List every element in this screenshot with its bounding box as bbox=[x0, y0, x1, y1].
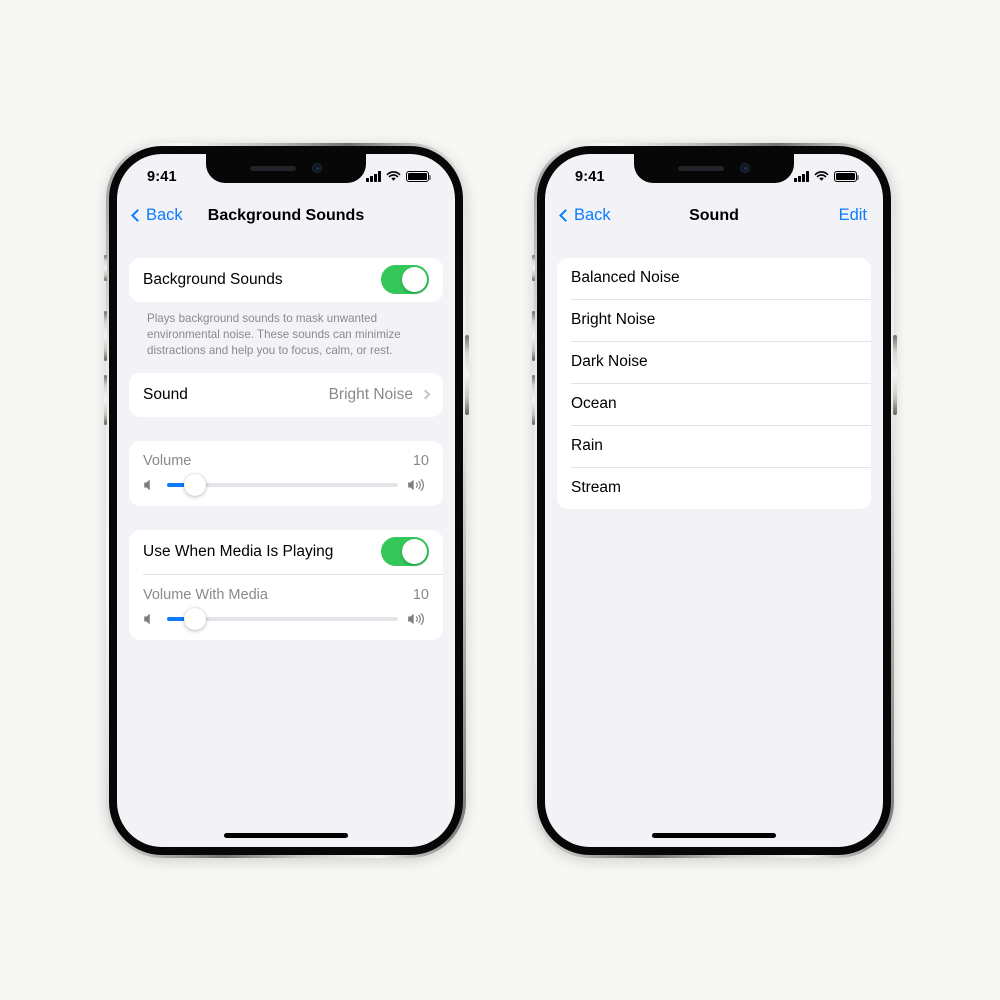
sound-row[interactable]: Sound Bright Noise bbox=[129, 373, 443, 417]
volume-up-button[interactable] bbox=[531, 310, 535, 361]
navigation-bar: Back Sound Edit bbox=[545, 194, 883, 238]
media-card: Use When Media Is Playing Volume With Me… bbox=[129, 529, 443, 640]
notch bbox=[206, 153, 366, 183]
volume-value: 10 bbox=[412, 452, 429, 469]
list-item[interactable]: Ocean bbox=[557, 384, 871, 425]
volume-up-button[interactable] bbox=[103, 310, 107, 361]
speaker-high-icon bbox=[408, 478, 424, 491]
list-item[interactable]: Balanced Noise bbox=[557, 258, 871, 299]
volume-slider-track[interactable] bbox=[167, 473, 398, 496]
chevron-left-icon bbox=[559, 209, 572, 222]
phones-stage: 9:41 Back Background Sounds Background S… bbox=[0, 0, 1000, 1000]
volume-label: Volume bbox=[143, 452, 192, 469]
background-sounds-card: Background Sounds bbox=[129, 257, 443, 302]
use-when-media-playing-toggle[interactable] bbox=[381, 537, 429, 567]
phone-background-sounds: 9:41 Back Background Sounds Background S… bbox=[103, 142, 469, 858]
wifi-icon bbox=[814, 171, 829, 181]
ring-silent-switch[interactable] bbox=[103, 254, 107, 281]
speaker-high-icon bbox=[408, 612, 424, 625]
battery-full-icon bbox=[834, 171, 860, 182]
sound-value: Bright Noise bbox=[328, 385, 413, 403]
volume-down-button[interactable] bbox=[531, 374, 535, 425]
use-when-media-playing-label: Use When Media Is Playing bbox=[143, 542, 334, 560]
settings-content: Background Sounds Plays background sound… bbox=[117, 238, 455, 640]
speaker-low-icon bbox=[144, 613, 150, 625]
chevron-right-icon bbox=[420, 389, 431, 400]
volume-slider-block: Volume 10 bbox=[129, 441, 443, 506]
earpiece-speaker-icon bbox=[250, 165, 296, 171]
notch bbox=[634, 153, 794, 183]
battery-full-icon bbox=[406, 171, 432, 182]
side-power-button[interactable] bbox=[893, 334, 897, 415]
use-when-media-playing-row[interactable]: Use When Media Is Playing bbox=[129, 530, 443, 574]
list-item[interactable]: Bright Noise bbox=[557, 300, 871, 341]
sound-list-content: Balanced Noise Bright Noise Dark Noise O… bbox=[545, 238, 883, 509]
cellular-signal-icon bbox=[366, 171, 381, 182]
phone-sound-list: 9:41 Back Sound Edit Balanced Noise Brig… bbox=[531, 142, 897, 858]
sound-value-group: Bright Noise bbox=[328, 385, 431, 404]
phone-screen: 9:41 B bbox=[117, 153, 455, 847]
status-time: 9:41 bbox=[575, 168, 605, 185]
volume-card: Volume 10 bbox=[129, 440, 443, 506]
volume-slider-knob[interactable] bbox=[183, 473, 206, 496]
media-volume-slider-knob[interactable] bbox=[183, 607, 206, 630]
wifi-icon bbox=[386, 171, 401, 181]
cellular-signal-icon bbox=[794, 171, 809, 182]
background-sounds-description: Plays background sounds to mask unwanted… bbox=[147, 311, 401, 358]
navigation-bar: Back Background Sounds bbox=[117, 194, 455, 238]
front-camera-icon bbox=[740, 163, 750, 173]
back-button[interactable]: Back bbox=[131, 206, 183, 225]
volume-slider-header: Volume 10 bbox=[143, 453, 429, 469]
list-item[interactable]: Dark Noise bbox=[557, 342, 871, 383]
list-item[interactable]: Rain bbox=[557, 426, 871, 467]
media-volume-slider-block: Volume With Media 10 bbox=[129, 575, 443, 640]
status-indicators bbox=[794, 171, 860, 182]
home-indicator[interactable] bbox=[652, 832, 776, 838]
earpiece-speaker-icon bbox=[678, 165, 724, 171]
volume-slider-row[interactable] bbox=[143, 473, 429, 496]
chevron-left-icon bbox=[131, 209, 144, 222]
media-volume-value: 10 bbox=[412, 586, 429, 603]
back-button-label: Back bbox=[146, 206, 183, 224]
status-indicators bbox=[366, 171, 432, 182]
back-button-label: Back bbox=[574, 206, 611, 224]
phone-screen: 9:41 B bbox=[545, 153, 883, 847]
speaker-low-icon bbox=[144, 479, 150, 491]
side-power-button[interactable] bbox=[465, 334, 469, 415]
list-item[interactable]: Stream bbox=[557, 468, 871, 509]
status-time: 9:41 bbox=[147, 168, 177, 185]
volume-down-button[interactable] bbox=[103, 374, 107, 425]
media-volume-slider-header: Volume With Media 10 bbox=[143, 587, 429, 603]
sound-label: Sound bbox=[143, 385, 188, 403]
front-camera-icon bbox=[312, 163, 322, 173]
background-sounds-toggle-row[interactable]: Background Sounds bbox=[129, 258, 443, 302]
media-volume-label: Volume With Media bbox=[143, 586, 268, 603]
media-volume-slider-row[interactable] bbox=[143, 607, 429, 630]
home-indicator[interactable] bbox=[224, 832, 348, 838]
background-sounds-label: Background Sounds bbox=[143, 270, 283, 288]
sound-selection-card: Sound Bright Noise bbox=[129, 372, 443, 417]
sound-options-card: Balanced Noise Bright Noise Dark Noise O… bbox=[557, 257, 871, 509]
back-button[interactable]: Back bbox=[559, 206, 611, 225]
edit-button[interactable]: Edit bbox=[839, 206, 867, 225]
media-volume-slider-track[interactable] bbox=[167, 607, 398, 630]
background-sounds-toggle[interactable] bbox=[381, 265, 429, 294]
ring-silent-switch[interactable] bbox=[531, 254, 535, 281]
